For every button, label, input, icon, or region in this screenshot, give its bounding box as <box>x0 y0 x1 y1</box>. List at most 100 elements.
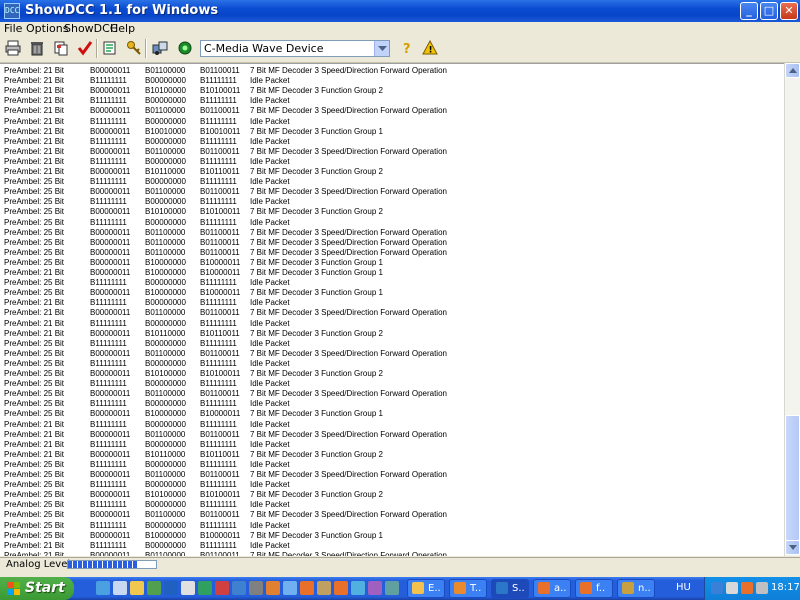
decoder-button[interactable] <box>150 38 170 59</box>
check-button[interactable] <box>75 38 95 59</box>
menu-help[interactable]: Help <box>110 22 135 36</box>
log-row: PreAmbel: 21 Bit B11111111 B00000000 B11111… <box>0 117 785 127</box>
maximize-button[interactable]: □ <box>760 2 778 20</box>
title-bar[interactable]: DCC ShowDCC 1.1 for Windows _ □ ✕ <box>0 0 800 22</box>
log-row: PreAmbel: 21 Bit B11111111 B00000000 B11111… <box>0 157 785 167</box>
byte2-cell: B10110000 <box>145 449 186 459</box>
description-cell: Idle Packet <box>250 399 290 409</box>
byte2-cell: B10110000 <box>145 328 186 338</box>
quicklaunch-media-icon[interactable] <box>147 581 161 595</box>
quicklaunch-sky-icon[interactable] <box>351 581 365 595</box>
log-row: PreAmbel: 25 Bit B00000011 B10000000 B10000… <box>0 531 785 541</box>
help-button[interactable]: ? <box>397 38 417 59</box>
preamble-cell: PreAmbel: 25 Bit <box>4 177 65 187</box>
quicklaunch-ie-icon[interactable] <box>96 581 110 595</box>
preamble-cell: PreAmbel: 25 Bit <box>4 409 65 419</box>
warning-button[interactable]: ! <box>420 38 440 59</box>
preamble-cell: PreAmbel: 21 Bit <box>4 86 65 96</box>
start-button[interactable]: Start <box>0 577 74 600</box>
task-item-thunderbird[interactable]: T.. <box>449 579 487 598</box>
quicklaunch-orange-icon[interactable] <box>266 581 280 595</box>
byte1-cell: B11111111 <box>90 177 127 187</box>
quicklaunch-tan-icon[interactable] <box>317 581 331 595</box>
checksum-cell: B11111111 <box>200 439 237 449</box>
log-row: PreAmbel: 21 Bit B11111111 B00000000 B11111… <box>0 541 785 551</box>
clock[interactable]: 18:17 <box>771 582 800 593</box>
task-item-firefox-f[interactable]: f.. <box>575 579 613 598</box>
task-item-explorer[interactable]: E.. <box>407 579 445 598</box>
record-button[interactable] <box>175 38 195 59</box>
byte1-cell: B11111111 <box>90 480 127 490</box>
preamble-cell: PreAmbel: 25 Bit <box>4 358 65 368</box>
byte1-cell: B00000011 <box>90 530 131 540</box>
log-row: PreAmbel: 25 Bit B11111111 B00000000 B11111… <box>0 521 785 531</box>
close-button[interactable]: ✕ <box>780 2 798 20</box>
byte1-cell: B11111111 <box>90 136 127 146</box>
quicklaunch-blue-icon[interactable] <box>232 581 246 595</box>
quicklaunch-purple-icon[interactable] <box>368 581 382 595</box>
scroll-down-button[interactable] <box>785 540 800 555</box>
quicklaunch-doc-icon[interactable] <box>181 581 195 595</box>
network-icon[interactable] <box>711 582 723 594</box>
byte1-cell: B11111111 <box>90 96 127 106</box>
checksum-cell: B11111111 <box>200 379 237 389</box>
log-row: PreAmbel: 25 Bit B11111111 B00000000 B11111… <box>0 177 785 187</box>
preamble-cell: PreAmbel: 21 Bit <box>4 156 65 166</box>
quicklaunch-lightblue-icon[interactable] <box>283 581 297 595</box>
task-label: a.. <box>554 583 567 594</box>
log-row: PreAmbel: 25 Bit B11111111 B00000000 B11111… <box>0 359 785 369</box>
byte1-cell: B00000011 <box>90 207 131 217</box>
byte1-cell: B00000011 <box>90 126 131 136</box>
vertical-scrollbar[interactable] <box>784 63 800 556</box>
quicklaunch-gray-icon[interactable] <box>249 581 263 595</box>
menu-options[interactable]: Options <box>26 22 68 36</box>
menu-file[interactable]: File <box>4 22 22 36</box>
tray-misc-icon[interactable] <box>756 582 768 594</box>
quicklaunch-red-icon[interactable] <box>215 581 229 595</box>
description-cell: 7 Bit MF Decoder 3 Speed/Direction Forwa… <box>250 510 447 520</box>
byte1-cell: B00000011 <box>90 247 131 257</box>
packet-log[interactable]: PreAmbel: 21 Bit B00000011 B01100000 B01100… <box>0 63 800 556</box>
folder-icon <box>412 582 424 594</box>
key-button[interactable] <box>124 38 144 59</box>
log-row: PreAmbel: 25 Bit B11111111 B00000000 B11111… <box>0 399 785 409</box>
quicklaunch-teal-icon[interactable] <box>385 581 399 595</box>
tray-app-icon[interactable] <box>741 582 753 594</box>
clear-button[interactable] <box>27 38 47 59</box>
byte2-cell: B00000000 <box>145 520 186 530</box>
quicklaunch-desktop-icon[interactable] <box>113 581 127 595</box>
quicklaunch-folder-icon[interactable] <box>130 581 144 595</box>
print-button[interactable] <box>3 38 23 59</box>
description-cell: 7 Bit MF Decoder 3 Function Group 2 <box>250 328 383 338</box>
toolbar: ? ! <box>0 36 800 63</box>
minimize-button[interactable]: _ <box>740 2 758 20</box>
log-row: PreAmbel: 21 Bit B00000011 B01100000 B01100… <box>0 430 785 440</box>
copy-button[interactable] <box>51 38 71 59</box>
filter-button[interactable] <box>100 38 120 59</box>
preamble-cell: PreAmbel: 25 Bit <box>4 348 65 358</box>
quicklaunch-firefox2-icon[interactable] <box>334 581 348 595</box>
preamble-cell: PreAmbel: 25 Bit <box>4 207 65 217</box>
byte2-cell: B10110000 <box>145 167 186 176</box>
byte2-cell: B01100000 <box>145 550 186 556</box>
scroll-thumb[interactable] <box>785 415 800 541</box>
task-item-firefox-a[interactable]: a.. <box>533 579 571 598</box>
byte2-cell: B00000000 <box>145 298 186 308</box>
task-item-n[interactable]: n.. <box>617 579 655 598</box>
speaker-icon[interactable] <box>726 582 738 594</box>
quicklaunch-app-icon[interactable] <box>164 581 178 595</box>
description-cell: Idle Packet <box>250 298 290 308</box>
byte1-cell: B00000011 <box>90 146 131 156</box>
description-cell: Idle Packet <box>250 439 290 449</box>
device-select[interactable]: C-Media Wave Device <box>200 40 390 57</box>
task-item-showdcc[interactable]: S.. <box>491 579 529 598</box>
quicklaunch-green-icon[interactable] <box>198 581 212 595</box>
arrow-up-icon <box>789 68 797 73</box>
language-indicator[interactable]: HU <box>676 582 691 593</box>
log-row: PreAmbel: 25 Bit B00000011 B10000000 B10000… <box>0 288 785 298</box>
checksum-cell: B10110011 <box>200 167 240 176</box>
dropdown-arrow[interactable] <box>374 41 389 56</box>
scroll-up-button[interactable] <box>785 63 800 78</box>
description-cell: Idle Packet <box>250 318 290 328</box>
quicklaunch-firefox-icon[interactable] <box>300 581 314 595</box>
